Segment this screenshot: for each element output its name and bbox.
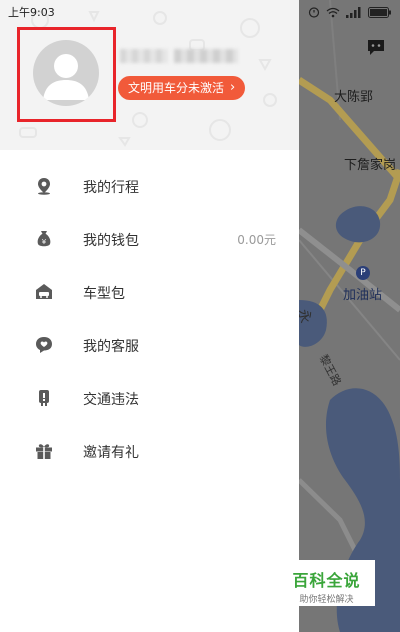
driving-score-badge[interactable]: 文明用车分未激活 ›: [118, 76, 246, 100]
username-blurred[interactable]: [120, 47, 242, 65]
wallet-balance: 0.00元: [237, 233, 276, 247]
username-blur-part: [174, 49, 238, 63]
gas-station-icon[interactable]: P: [356, 266, 370, 280]
alarm-icon: [308, 7, 320, 18]
menu-item-label: 我的钱包: [83, 232, 139, 249]
signal-icon: [346, 6, 361, 18]
location-pin-icon: [38, 178, 50, 195]
map-label-place: 下詹家岗: [344, 158, 397, 173]
car-package-icon: [36, 284, 52, 299]
username-blur-part: [120, 49, 168, 63]
menu-item-label: 我的客服: [83, 338, 139, 355]
menu-item-wallet[interactable]: ¥ 我的钱包 0.00元: [0, 213, 299, 266]
status-time: 上午9:03: [8, 6, 55, 19]
user-avatar-icon: [43, 54, 89, 100]
status-icons: [308, 6, 392, 18]
driving-score-label: 文明用车分未激活: [128, 81, 225, 95]
side-drawer: 文明用车分未激活 › 我的行程 ¥ 我的钱包 0.00元 车型包 我的客服 交通…: [0, 0, 299, 632]
map-label-place: 大陈郢: [334, 90, 374, 105]
avatar[interactable]: [33, 40, 99, 106]
avatar-highlight-frame: [17, 27, 116, 122]
watermark-subtitle: 助你轻松解决: [299, 595, 354, 605]
wifi-icon: [326, 7, 340, 17]
chevron-right-icon: ›: [230, 80, 236, 95]
traffic-violation-icon: [39, 390, 49, 406]
battery-icon: [368, 6, 391, 18]
status-bar: 上午9:03: [0, 0, 400, 24]
menu-item-label: 邀请有礼: [83, 444, 139, 461]
customer-service-icon: [36, 337, 52, 353]
menu-item-label: 车型包: [83, 285, 125, 302]
menu-item-trips[interactable]: 我的行程: [0, 160, 299, 213]
menu-item-label: 我的行程: [83, 179, 139, 196]
watermark-logo: 百科全说 助你轻松解决: [278, 560, 375, 606]
menu-item-invite[interactable]: 邀请有礼: [0, 425, 299, 478]
gift-icon: [36, 444, 52, 459]
wallet-icon: ¥: [37, 231, 51, 247]
menu-item-traffic-violation[interactable]: 交通违法: [0, 372, 299, 425]
menu-item-label: 交通违法: [83, 391, 139, 408]
message-icon[interactable]: [366, 38, 386, 56]
map-label-gas-station[interactable]: 加油站: [343, 284, 382, 303]
watermark-title: 百科全说: [292, 571, 361, 590]
drawer-menu: 我的行程 ¥ 我的钱包 0.00元 车型包 我的客服 交通违法 邀请有礼: [0, 160, 299, 478]
menu-item-car-package[interactable]: 车型包: [0, 266, 299, 319]
menu-item-customer-service[interactable]: 我的客服: [0, 319, 299, 372]
svg-text:¥: ¥: [42, 238, 47, 246]
